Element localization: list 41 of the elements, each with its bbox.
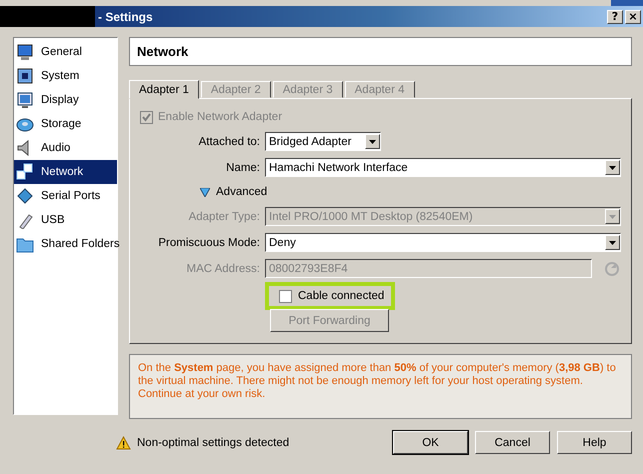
caret-icon: [609, 240, 616, 245]
field-label: Adapter Type:: [188, 210, 260, 223]
sidebar-item[interactable]: USB: [14, 208, 117, 232]
warning-message: On the System page, you have assigned more than 50% of your computer's memory (3,98 GB) to the virtual machine. There might not be enough memory left for your host operating system. Continue at your own risk.: [129, 354, 632, 420]
field-label: Promiscuous Mode:: [157, 236, 260, 249]
sidebar-item[interactable]: Network: [14, 160, 117, 184]
dropdown[interactable]: Deny: [265, 233, 621, 252]
sidebar-item[interactable]: Shared Folders: [14, 232, 117, 256]
expander-label[interactable]: Advanced: [216, 186, 268, 198]
caret-icon: [609, 166, 616, 170]
close-button[interactable]: ×: [625, 10, 641, 24]
tab[interactable]: Adapter 1: [129, 80, 199, 100]
sidebar-item[interactable]: System: [14, 64, 117, 88]
sidebar-item[interactable]: Display: [14, 88, 117, 112]
caret-icon: [609, 214, 616, 219]
window-title: - Settings: [98, 10, 154, 24]
monitor-icon: [16, 43, 34, 61]
sidebar-item[interactable]: General: [14, 40, 117, 64]
sidebar-item[interactable]: Storage: [14, 112, 117, 136]
sidebar-item[interactable]: Audio: [14, 136, 117, 160]
dropdown[interactable]: Bridged Adapter: [265, 132, 381, 152]
display-icon: [16, 91, 34, 109]
checkbox[interactable]: [279, 290, 292, 303]
chip-icon: [16, 67, 34, 85]
help-button[interactable]: ?: [607, 10, 623, 24]
network-icon: [16, 163, 34, 181]
refresh-icon: [603, 260, 621, 278]
dropdown[interactable]: Hamachi Network Interface: [265, 158, 621, 178]
caret-icon: [369, 140, 376, 144]
field-label: MAC Address:: [186, 262, 260, 275]
checkbox-label: Enable Network Adapter: [158, 111, 282, 124]
field-label: Attached to:: [198, 136, 260, 148]
dialog-button[interactable]: Help: [557, 431, 632, 454]
page-title: Network: [129, 37, 632, 66]
sidebar-item[interactable]: Serial Ports: [14, 184, 117, 208]
dialog-button[interactable]: Cancel: [475, 431, 550, 454]
warning-icon: [116, 436, 131, 450]
dialog-button[interactable]: OK: [393, 431, 468, 454]
status-text: Non-optimal settings detected: [137, 436, 290, 448]
field-label: Name:: [225, 162, 260, 174]
checkbox-label: Cable connected: [298, 290, 384, 302]
